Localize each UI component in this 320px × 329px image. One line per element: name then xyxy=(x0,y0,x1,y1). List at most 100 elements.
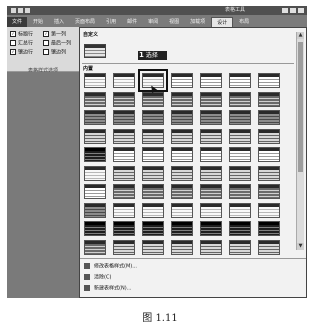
table-style-thumb[interactable] xyxy=(113,221,135,236)
table-style-thumb[interactable] xyxy=(171,128,193,144)
table-style-thumb[interactable] xyxy=(258,73,280,88)
table-style-thumb[interactable] xyxy=(171,165,193,181)
gallery-scrollbar[interactable]: ▲ ▼ xyxy=(296,32,304,250)
save-icon[interactable] xyxy=(11,8,16,13)
table-style-thumb[interactable] xyxy=(142,110,164,125)
scroll-down-icon[interactable]: ▼ xyxy=(297,243,304,250)
redo-icon[interactable] xyxy=(25,8,30,13)
table-style-thumb[interactable] xyxy=(142,147,164,162)
table-style-thumb[interactable] xyxy=(113,73,135,88)
table-style-thumb[interactable] xyxy=(229,184,251,199)
table-style-thumb[interactable] xyxy=(229,110,251,125)
table-style-thumb[interactable] xyxy=(113,147,135,162)
table-style-thumb[interactable] xyxy=(200,128,222,144)
table-style-thumb[interactable] xyxy=(84,91,106,107)
table-style-thumb[interactable] xyxy=(142,165,164,181)
table-style-thumb[interactable] xyxy=(171,147,193,162)
table-style-thumb[interactable] xyxy=(200,239,222,255)
option-banded-columns[interactable]: 镶边列 xyxy=(43,49,66,56)
scroll-thumb[interactable] xyxy=(298,42,303,172)
table-style-thumb[interactable] xyxy=(200,221,222,236)
table-style-thumb[interactable] xyxy=(84,202,106,218)
tab-insert[interactable]: 插入 xyxy=(49,17,69,27)
table-style-thumb[interactable] xyxy=(84,147,106,162)
tab-file[interactable]: 文件 xyxy=(7,17,28,27)
table-style-thumb[interactable] xyxy=(113,128,135,144)
menu-modify-table-style[interactable]: 修改表格样式(M)... xyxy=(84,263,137,271)
table-style-thumb[interactable] xyxy=(171,221,193,236)
tab-add-ins[interactable]: 加载项 xyxy=(185,17,210,27)
tab-references[interactable]: 引用 xyxy=(101,17,121,27)
table-style-thumb[interactable] xyxy=(200,147,222,162)
table-style-thumb[interactable] xyxy=(142,202,164,218)
maximize-icon[interactable] xyxy=(290,8,296,13)
checkbox-header-row[interactable]: ✓ xyxy=(10,31,16,37)
tab-layout[interactable]: 布局 xyxy=(234,17,254,27)
table-style-thumb[interactable] xyxy=(229,147,251,162)
checkbox-last-column[interactable] xyxy=(43,40,49,46)
scroll-up-icon[interactable]: ▲ xyxy=(297,32,304,39)
table-style-thumb[interactable] xyxy=(171,202,193,218)
table-style-thumb[interactable] xyxy=(113,239,135,255)
table-style-thumb[interactable] xyxy=(229,239,251,255)
table-style-thumb[interactable] xyxy=(258,128,280,144)
table-style-thumb[interactable] xyxy=(171,110,193,125)
option-header-row[interactable]: ✓ 标题行 xyxy=(10,31,33,38)
checkbox-total-row[interactable] xyxy=(10,40,16,46)
table-style-thumb[interactable] xyxy=(84,184,106,199)
close-icon[interactable] xyxy=(298,8,304,13)
table-style-thumb[interactable] xyxy=(171,73,193,88)
tab-mailings[interactable]: 邮件 xyxy=(122,17,142,27)
table-style-thumb[interactable] xyxy=(229,128,251,144)
menu-new-table-style[interactable]: 新建表样式(N)... xyxy=(84,285,131,293)
checkbox-first-column[interactable]: ✓ xyxy=(43,31,49,37)
table-style-thumb[interactable] xyxy=(258,239,280,255)
checkbox-banded-rows[interactable]: ✓ xyxy=(10,49,16,55)
table-style-thumb[interactable] xyxy=(142,221,164,236)
table-style-thumb[interactable] xyxy=(113,110,135,125)
table-style-thumb[interactable] xyxy=(200,165,222,181)
table-style-thumb[interactable] xyxy=(258,221,280,236)
table-style-thumb[interactable] xyxy=(200,73,222,88)
table-style-thumb[interactable] xyxy=(113,91,135,107)
table-style-thumb[interactable] xyxy=(258,147,280,162)
tab-page-layout[interactable]: 页面布局 xyxy=(70,17,100,27)
table-style-thumb[interactable] xyxy=(84,221,106,236)
table-style-thumb[interactable] xyxy=(142,239,164,255)
table-style-thumb[interactable] xyxy=(84,165,106,181)
tab-view[interactable]: 视图 xyxy=(164,17,184,27)
checkbox-banded-columns[interactable] xyxy=(43,49,49,55)
tab-review[interactable]: 审阅 xyxy=(143,17,163,27)
custom-style-thumb[interactable] xyxy=(84,44,106,58)
table-style-thumb[interactable] xyxy=(171,184,193,199)
table-style-thumb[interactable] xyxy=(200,184,222,199)
menu-clear[interactable]: 清除(C) xyxy=(84,274,111,282)
table-style-thumb[interactable] xyxy=(200,110,222,125)
table-style-thumb[interactable] xyxy=(142,184,164,199)
table-style-thumb[interactable] xyxy=(258,184,280,199)
table-style-thumb[interactable] xyxy=(200,202,222,218)
table-style-thumb[interactable] xyxy=(113,184,135,199)
table-style-thumb[interactable] xyxy=(258,165,280,181)
table-style-thumb[interactable] xyxy=(171,239,193,255)
table-style-thumb[interactable] xyxy=(142,128,164,144)
table-style-thumb[interactable] xyxy=(229,91,251,107)
option-banded-rows[interactable]: ✓ 镶边行 xyxy=(10,49,33,56)
table-style-thumb[interactable] xyxy=(258,91,280,107)
table-style-thumb[interactable] xyxy=(113,165,135,181)
minimize-icon[interactable] xyxy=(282,8,288,13)
option-first-column[interactable]: ✓ 第一列 xyxy=(43,31,66,38)
table-style-thumb[interactable] xyxy=(84,110,106,125)
table-style-thumb[interactable] xyxy=(84,239,106,255)
option-total-row[interactable]: 汇总行 xyxy=(10,40,33,47)
table-style-thumb[interactable] xyxy=(258,202,280,218)
table-style-thumb[interactable] xyxy=(229,221,251,236)
tab-design[interactable]: 设计 xyxy=(211,17,234,27)
undo-icon[interactable] xyxy=(18,8,23,13)
table-style-thumb[interactable] xyxy=(229,165,251,181)
option-last-column[interactable]: 最后一列 xyxy=(43,40,71,47)
table-style-thumb[interactable] xyxy=(142,91,164,107)
table-style-thumb[interactable] xyxy=(84,128,106,144)
table-style-thumb[interactable] xyxy=(84,73,106,88)
table-style-thumb[interactable] xyxy=(229,73,251,88)
